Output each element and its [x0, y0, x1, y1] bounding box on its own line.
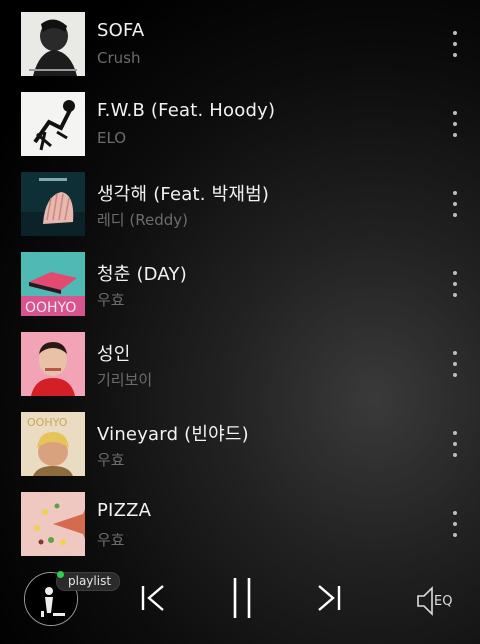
more-options-icon[interactable]: [446, 109, 464, 139]
track-title: Vineyard (빈야드): [97, 424, 249, 445]
playlist-badge[interactable]: playlist: [56, 572, 121, 591]
track-artist: Crush: [97, 49, 141, 67]
status-dot: [57, 571, 64, 578]
album-art: [21, 92, 85, 156]
more-options-icon[interactable]: [446, 189, 464, 219]
equalizer-icon[interactable]: [416, 586, 436, 616]
adult-cover-icon: [21, 332, 85, 396]
player-bar: playlist EQ: [0, 560, 480, 644]
album-art: [21, 12, 85, 76]
skip-previous-icon[interactable]: [139, 578, 167, 618]
album-art: [21, 172, 85, 236]
svg-text:OOHYO: OOHYO: [25, 300, 76, 316]
track-title: 생각해 (Feat. 박재범): [97, 184, 270, 205]
track-row[interactable]: OOHYO Vineyard (빈야드) 우효: [0, 412, 480, 492]
track-row[interactable]: SOFA Crush: [0, 12, 480, 92]
track-row[interactable]: 생각해 (Feat. 박재범) 레디 (Reddy): [0, 172, 480, 252]
album-art: [21, 332, 85, 396]
album-art: OOHYO: [21, 252, 85, 316]
track-artist: 레디 (Reddy): [97, 211, 188, 229]
vineyard-cover-icon: OOHYO: [21, 412, 85, 476]
track-title: 성인: [97, 344, 131, 365]
track-artist: ELO: [97, 129, 127, 147]
more-options-icon[interactable]: [446, 349, 464, 379]
svg-text:OOHYO: OOHYO: [27, 416, 68, 429]
track-artist: 우효: [97, 291, 125, 309]
track-artist: 우효: [97, 531, 125, 549]
album-art: OOHYO: [21, 412, 85, 476]
more-options-icon[interactable]: [446, 429, 464, 459]
track-artist: 기리보이: [97, 371, 153, 389]
sofa-cover-icon: [21, 12, 85, 76]
track-title: PIZZA: [97, 500, 152, 521]
track-title: F.W.B (Feat. Hoody): [97, 100, 276, 121]
more-options-icon[interactable]: [446, 29, 464, 59]
pause-icon[interactable]: [229, 576, 255, 620]
day-cover-icon: OOHYO: [21, 252, 85, 316]
track-artist: 우효: [97, 451, 125, 469]
track-row[interactable]: F.W.B (Feat. Hoody) ELO: [0, 92, 480, 172]
track-title: 청춘 (DAY): [97, 264, 187, 285]
track-row[interactable]: 성인 기리보이: [0, 332, 480, 412]
album-art: [21, 492, 85, 556]
eq-label[interactable]: EQ: [434, 594, 452, 609]
think-cover-icon: [21, 172, 85, 236]
fwb-cover-icon: [21, 92, 85, 156]
more-options-icon[interactable]: [446, 269, 464, 299]
music-player-screen: SOFA Crush F.W.B (Feat. Hoody) ELO 생각해 (…: [0, 0, 480, 644]
skip-next-icon[interactable]: [315, 578, 343, 618]
more-options-icon[interactable]: [446, 509, 464, 539]
track-title: SOFA: [97, 20, 145, 41]
pizza-cover-icon: [21, 492, 85, 556]
track-row[interactable]: OOHYO 청춘 (DAY) 우효: [0, 252, 480, 332]
